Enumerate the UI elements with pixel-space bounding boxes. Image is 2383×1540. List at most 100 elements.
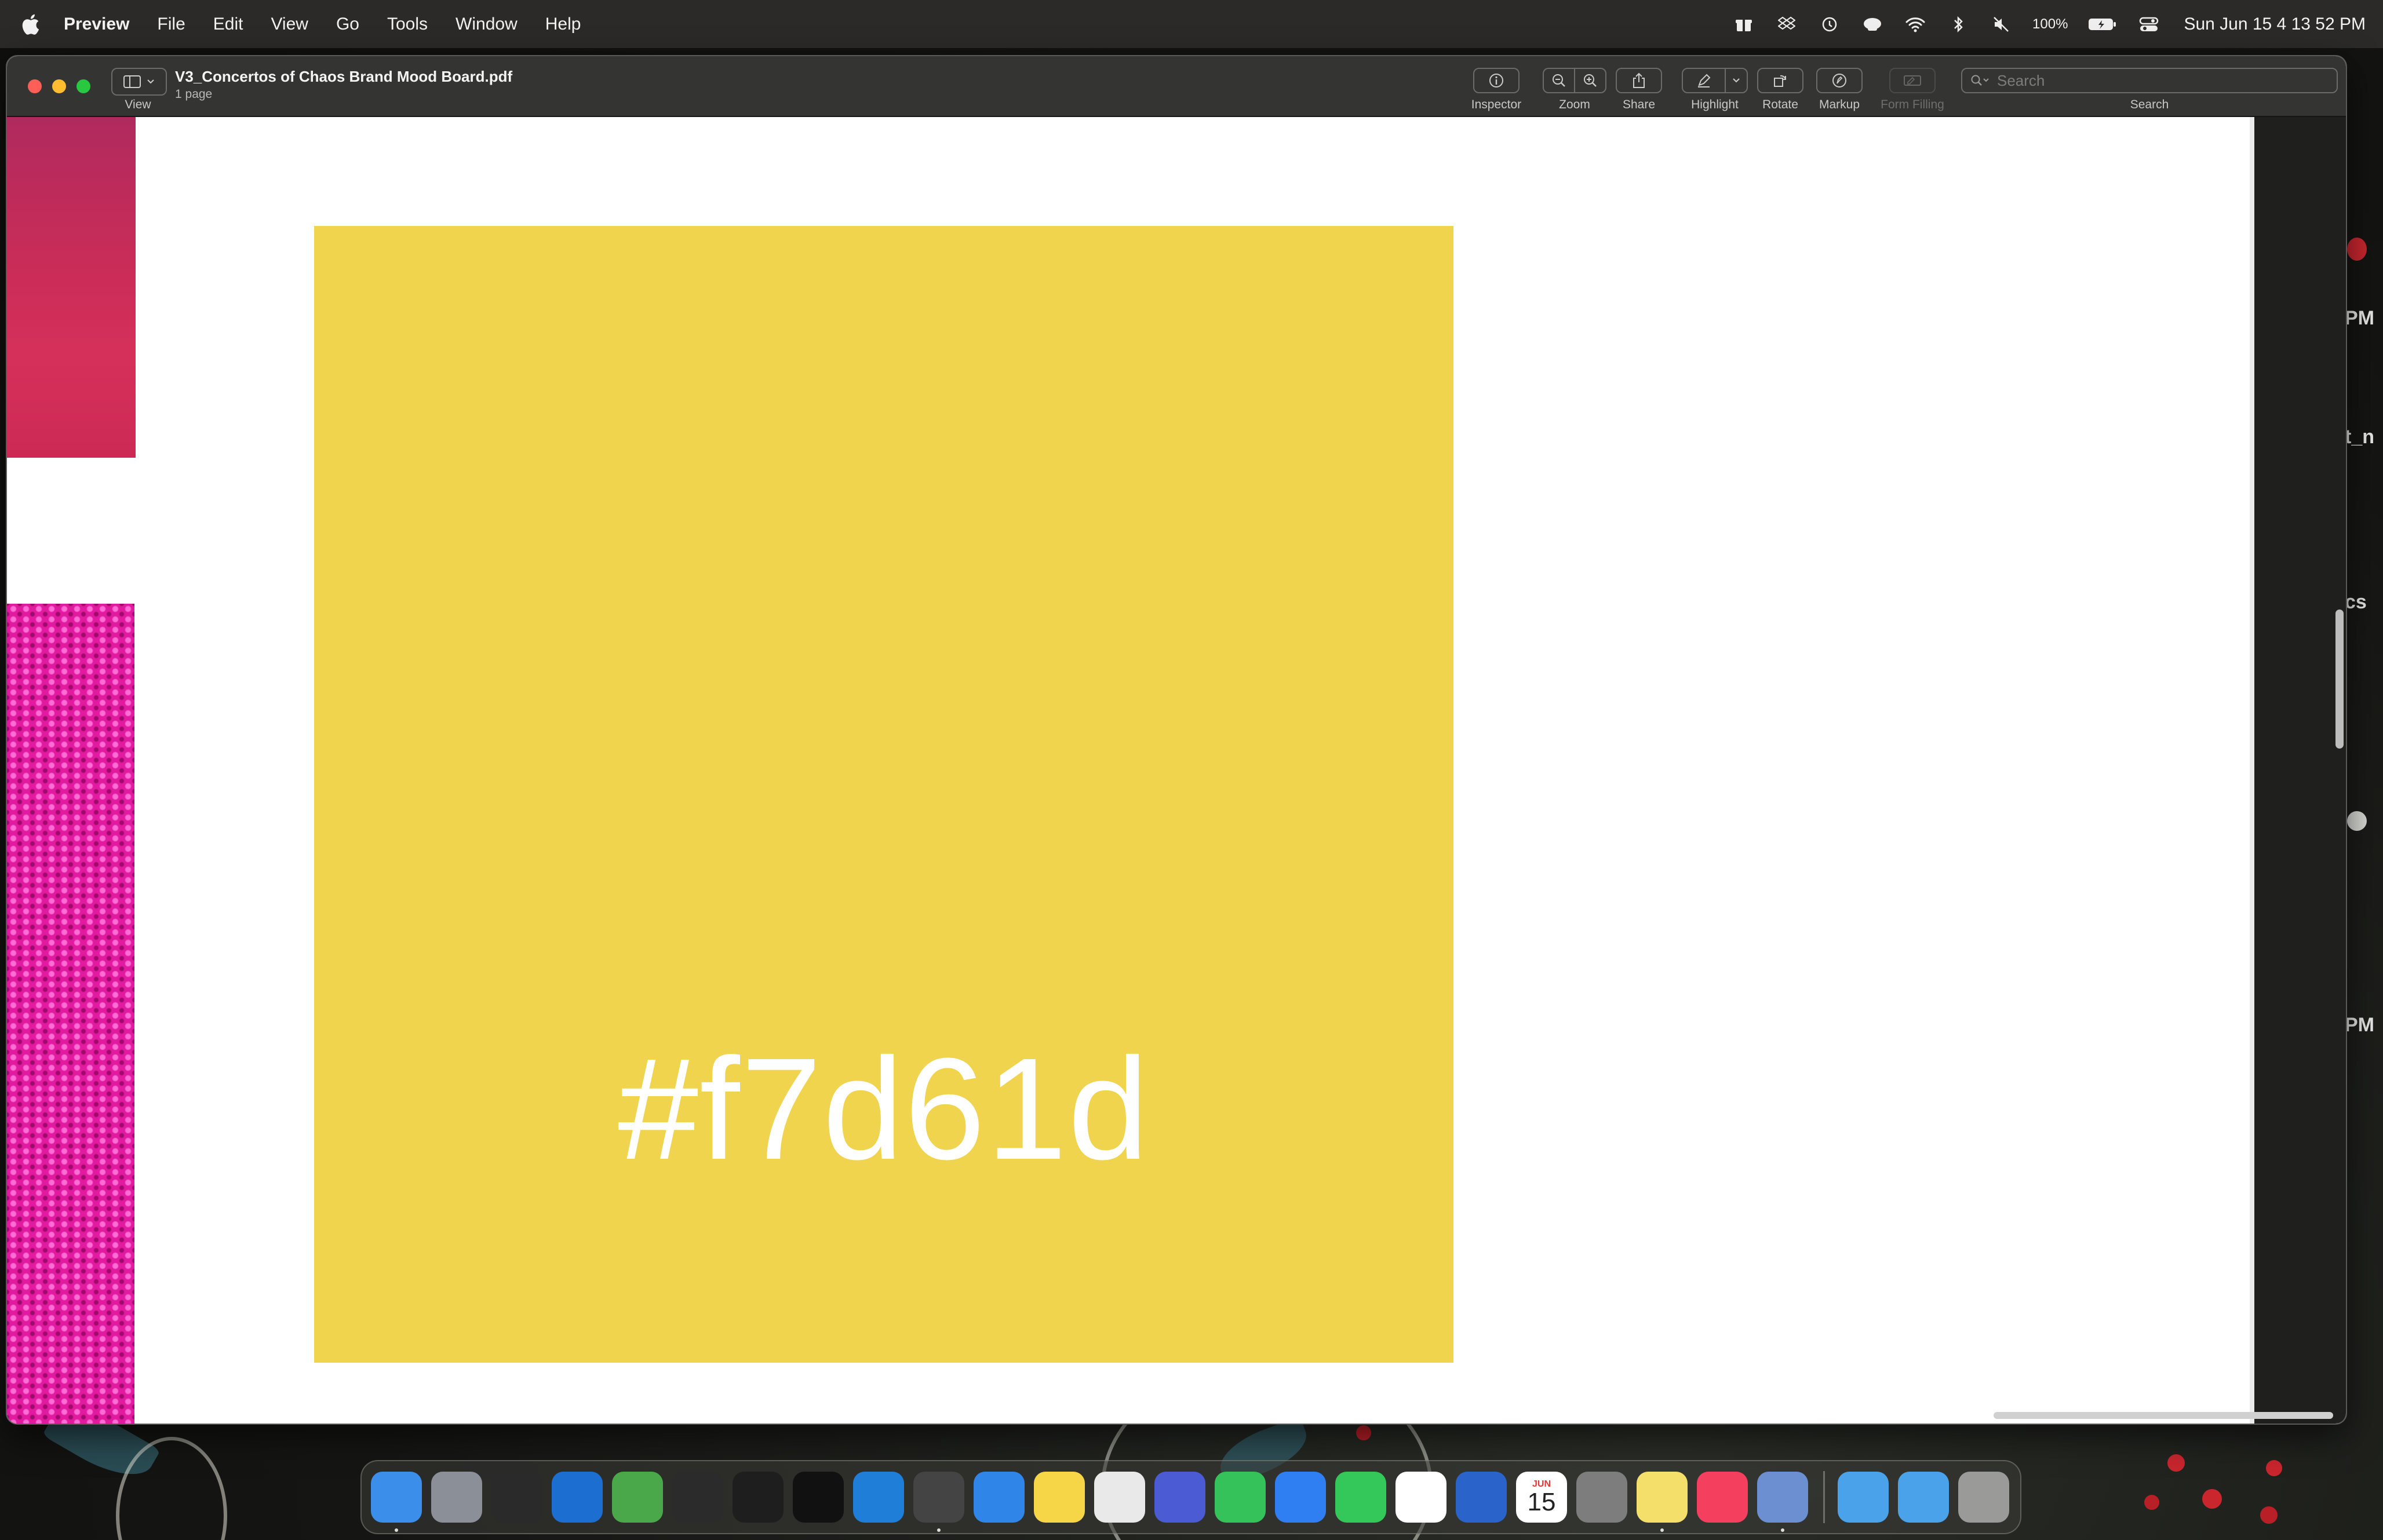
form-filling-label: Form Filling (1881, 98, 1944, 111)
wallpaper-text: cs (2345, 591, 2367, 613)
dock: JUN 15 (360, 1460, 2021, 1534)
swatch-hex-label: #f7d61d (618, 1028, 1150, 1189)
dock-terminal-icon[interactable] (733, 1472, 784, 1523)
info-icon (1489, 74, 1503, 87)
dock-messenger-icon[interactable] (1275, 1472, 1326, 1523)
zoom-out-icon (1553, 74, 1565, 87)
gift-icon[interactable] (1732, 13, 1755, 36)
dock-oscar-icon[interactable] (552, 1472, 603, 1523)
mood-board-image-magenta-gradient (7, 117, 136, 458)
dock-messages-icon[interactable] (1335, 1472, 1386, 1523)
highlighter-icon (1698, 74, 1711, 87)
horizontal-scrollbar[interactable] (1994, 1412, 2333, 1419)
dock-finder-icon[interactable] (371, 1472, 422, 1532)
search-label: Search (2130, 98, 2169, 111)
highlight-options-button[interactable] (1725, 68, 1748, 93)
wallpaper-berry (2347, 238, 2367, 261)
battery-icon[interactable] (2087, 13, 2118, 36)
bluetooth-icon[interactable] (1947, 13, 1970, 36)
zoom-window-button[interactable] (76, 79, 90, 93)
dock-launchpad-icon[interactable] (431, 1472, 482, 1523)
markup-label: Markup (1819, 98, 1860, 111)
zoom-out-button[interactable] (1543, 68, 1575, 93)
menu-go[interactable]: Go (336, 14, 359, 34)
dock-o2-icon[interactable] (612, 1472, 663, 1523)
wallpaper-stone (2347, 811, 2367, 831)
rotate-button[interactable] (1757, 68, 1803, 93)
volume-muted-icon[interactable] (1990, 13, 2013, 36)
dock-music-icon[interactable] (1697, 1472, 1748, 1523)
dock-screens-icon[interactable] (1154, 1472, 1205, 1523)
time-machine-icon[interactable] (1818, 13, 1841, 36)
dock-facetime-icon[interactable] (1215, 1472, 1266, 1523)
dock-downloads-folder-icon[interactable] (1898, 1472, 1949, 1523)
dropbox-icon[interactable] (1775, 13, 1798, 36)
wifi-icon[interactable] (1904, 13, 1927, 36)
dock-calendar-icon[interactable]: JUN 15 (1516, 1472, 1567, 1523)
dock-final-cut-icon[interactable] (672, 1472, 723, 1523)
dock-stickies-icon[interactable] (1637, 1472, 1688, 1532)
menu-tools[interactable]: Tools (387, 14, 428, 34)
chevron-down-icon (1733, 78, 1740, 83)
window-right-gutter (2254, 117, 2346, 1424)
wallpaper-text: t_n (2345, 426, 2374, 448)
control-center-icon[interactable] (2137, 13, 2160, 36)
menu-window[interactable]: Window (456, 14, 518, 34)
menu-edit[interactable]: Edit (213, 14, 243, 34)
rotate-icon (1774, 75, 1786, 87)
menu-bar: Preview File Edit View Go Tools Window H… (0, 0, 2383, 48)
wallpaper-text: PM (2345, 307, 2374, 329)
dock-iterm-icon[interactable] (793, 1472, 844, 1523)
share-button[interactable] (1616, 68, 1662, 93)
highlight-label: Highlight (1691, 98, 1739, 111)
share-icon (1633, 72, 1645, 88)
document-title[interactable]: V3_Concertos of Chaos Brand Mood Board.p… (175, 68, 512, 86)
inspector-button[interactable] (1473, 68, 1520, 93)
document-page-count: 1 page (175, 87, 213, 101)
zoom-in-button[interactable] (1574, 68, 1606, 93)
close-window-button[interactable] (28, 79, 42, 93)
menu-clock[interactable]: Sun Jun 15 4 13 52 PM (2184, 14, 2366, 34)
battery-percent: 100% (2032, 16, 2068, 32)
search-field[interactable] (1961, 68, 2338, 93)
menu-view[interactable]: View (271, 14, 308, 34)
dock-safari-icon[interactable] (974, 1472, 1025, 1523)
form-filling-button[interactable] (1889, 68, 1936, 93)
zoom-in-icon (1584, 74, 1597, 87)
dock-system-settings-icon[interactable] (1576, 1472, 1627, 1523)
menu-help[interactable]: Help (545, 14, 581, 34)
zoom-label: Zoom (1559, 98, 1590, 111)
dock-vscode-icon[interactable] (853, 1472, 904, 1523)
dock-slack-icon[interactable] (1395, 1472, 1446, 1523)
minimize-window-button[interactable] (52, 79, 66, 93)
search-icon (1971, 75, 1989, 86)
dock-thunderbird-icon[interactable] (1456, 1472, 1507, 1523)
dock-sublime-icon[interactable] (913, 1472, 964, 1532)
vertical-scrollbar[interactable] (2335, 610, 2344, 749)
view-label: View (125, 98, 151, 111)
markup-button[interactable] (1816, 68, 1863, 93)
highlight-button[interactable] (1682, 68, 1726, 93)
cloud-app-icon[interactable] (1861, 13, 1884, 36)
dock-quicktime-icon[interactable] (491, 1472, 542, 1523)
dock-notes-icon[interactable] (1034, 1472, 1085, 1523)
form-filling-icon (1904, 75, 1921, 86)
wallpaper-berry (2167, 1454, 2185, 1472)
dock-preview-icon[interactable] (1757, 1472, 1808, 1532)
view-menu-button[interactable] (111, 68, 167, 96)
inspector-label: Inspector (1471, 98, 1522, 111)
wallpaper-text: PM (2345, 1014, 2374, 1036)
menu-file[interactable]: File (157, 14, 185, 34)
dock-trash-icon[interactable] (1958, 1472, 2009, 1523)
dock-applications-folder-icon[interactable] (1838, 1472, 1889, 1523)
chevron-down-icon (147, 79, 154, 84)
document-viewport[interactable]: #f7d61d (7, 117, 2254, 1424)
wallpaper-berry (2144, 1495, 2159, 1510)
page-edge (2250, 117, 2254, 1424)
sidebar-icon (123, 75, 141, 88)
search-input[interactable] (1996, 71, 2323, 90)
menu-app-name[interactable]: Preview (64, 14, 129, 34)
wallpaper-berry (2260, 1506, 2278, 1524)
apple-menu-icon[interactable] (22, 14, 49, 35)
dock-textedit-icon[interactable] (1094, 1472, 1145, 1523)
